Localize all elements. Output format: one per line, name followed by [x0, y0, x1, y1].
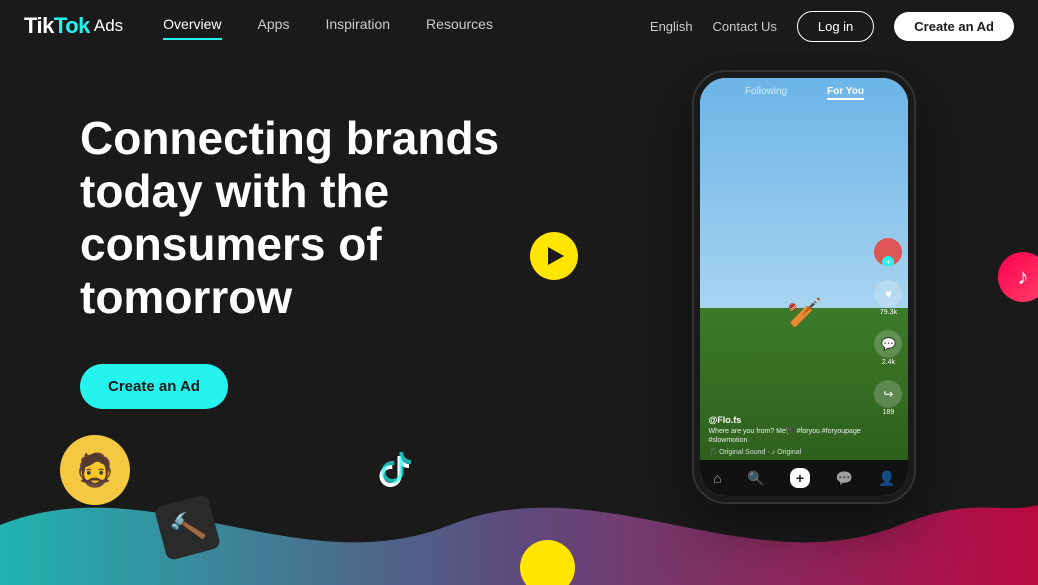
share-icon: ↪ [874, 380, 902, 408]
comment-count: 2.4k [882, 359, 895, 366]
phone-video-caption: @Flo.fs Where are you from? Me🏴 #foryou … [708, 415, 868, 456]
language-selector[interactable]: English [650, 19, 693, 34]
add-icon[interactable]: + [790, 468, 810, 488]
hero-title: Connecting brands today with the consume… [80, 112, 511, 324]
navbar: TikTok Ads Overview Apps Inspiration Res… [0, 0, 1038, 52]
phone-video-description: Where are you from? Me🏴 #foryou #foryoup… [708, 427, 868, 445]
share-count: 189 [883, 409, 895, 416]
music-icon: ♪ [998, 252, 1038, 302]
phone-sound-info: 🎵 Original Sound · ♪ Original [708, 448, 868, 456]
phone-video-content: 🏏 ♥ 79.3k 💬 2.4k ↪ [700, 78, 908, 496]
phone-action-icons: ♥ 79.3k 💬 2.4k ↪ 189 [874, 238, 902, 416]
phone-avatar-item [874, 238, 902, 266]
like-count: 79.3k [880, 309, 897, 316]
nav-link-resources[interactable]: Resources [426, 16, 493, 36]
create-ad-button-nav[interactable]: Create an Ad [894, 12, 1014, 41]
nav-link-apps[interactable]: Apps [258, 16, 290, 36]
logo[interactable]: TikTok Ads [24, 13, 123, 39]
phone-comment-item[interactable]: 💬 2.4k [874, 330, 902, 366]
search-icon[interactable]: 🔍 [747, 470, 764, 487]
logo-ads-text: Ads [94, 16, 123, 36]
nav-right: English Contact Us Log in Create an Ad [650, 11, 1014, 42]
nav-links: Overview Apps Inspiration Resources [163, 16, 650, 36]
hero-create-ad-button[interactable]: Create an Ad [80, 364, 228, 409]
logo-text: TikTok [24, 13, 90, 39]
phone-share-item[interactable]: ↪ 189 [874, 380, 902, 416]
heart-icon: ♥ [874, 280, 902, 308]
decorative-tiktok-logo [360, 435, 425, 500]
profile-icon[interactable]: 👤 [878, 470, 895, 487]
comment-icon: 💬 [874, 330, 902, 358]
phone-tab-bar: Following For You [700, 78, 908, 104]
phone-creator-avatar [874, 238, 902, 266]
nav-link-inspiration[interactable]: Inspiration [325, 16, 390, 36]
phone-mockup: Following For You 🏏 ♥ 79.3k [694, 72, 914, 502]
stamp-emoji: 🔨 [166, 507, 208, 548]
tiktok-logo-svg [363, 438, 423, 498]
phone-mockup-area: Following For You 🏏 ♥ 79.3k [571, 52, 1038, 585]
home-icon[interactable]: ⌂ [713, 470, 721, 486]
following-tab[interactable]: Following [745, 86, 787, 100]
hero-section: Connecting brands today with the consume… [0, 52, 571, 585]
phone-like-item[interactable]: ♥ 79.3k [874, 280, 902, 316]
phone-creator-username: @Flo.fs [708, 415, 868, 425]
login-button[interactable]: Log in [797, 11, 874, 42]
decorative-avatar: 🧔 [60, 435, 130, 505]
video-figure: 🏏 [787, 296, 822, 329]
nav-link-overview[interactable]: Overview [163, 16, 221, 36]
phone-bottom-nav: ⌂ 🔍 + 💬 👤 [700, 460, 908, 496]
inbox-icon[interactable]: 💬 [835, 470, 852, 487]
avatar-emoji: 🧔 [75, 451, 115, 489]
decorative-stamp-icon: 🔨 [154, 494, 221, 561]
contact-us-link[interactable]: Contact Us [713, 19, 777, 34]
for-you-tab[interactable]: For You [827, 86, 864, 100]
main-content: Connecting brands today with the consume… [0, 52, 1038, 585]
decorative-music-element: ♪ [998, 252, 1038, 302]
music-note-icon: ♪ [1017, 264, 1028, 290]
